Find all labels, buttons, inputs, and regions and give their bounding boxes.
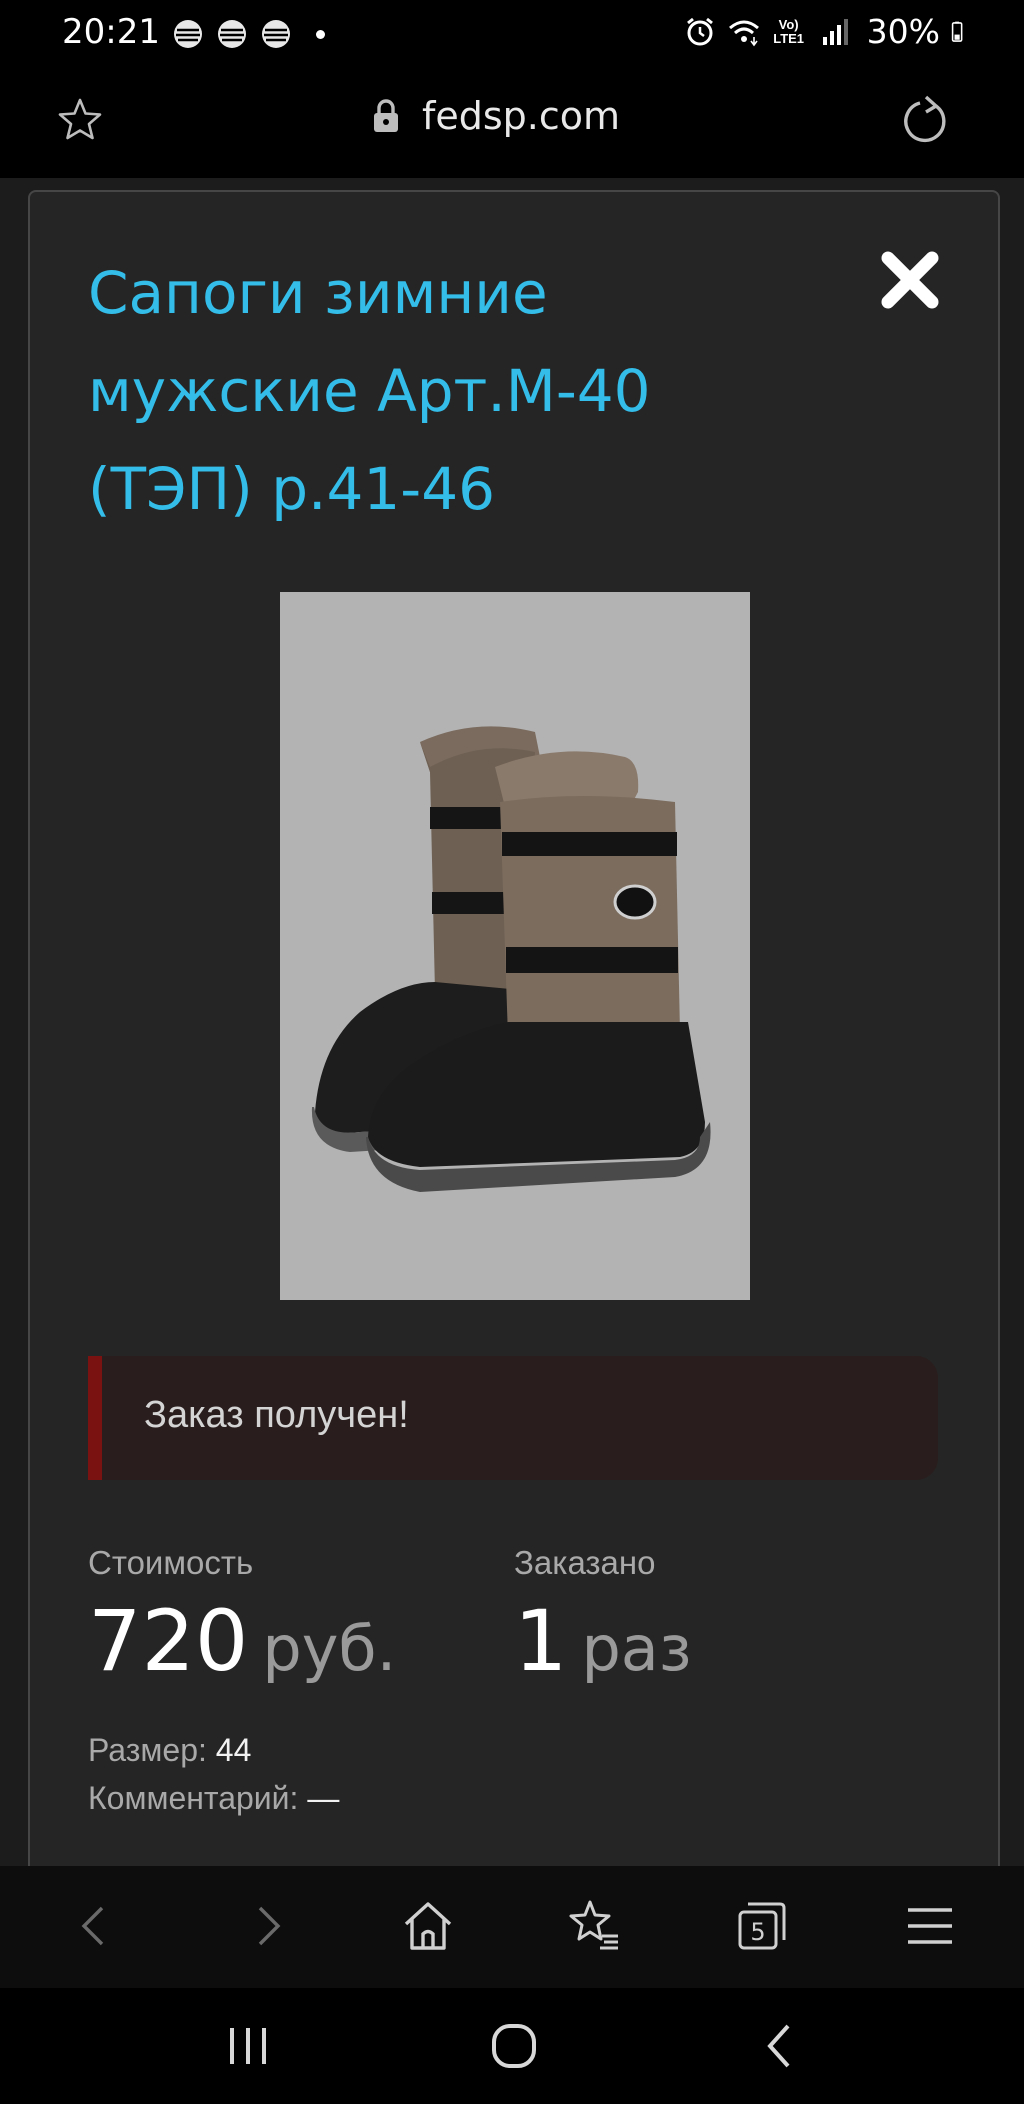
sber-icon (218, 20, 246, 48)
tabs-count: 5 (750, 1918, 765, 1946)
home-button[interactable] (398, 1896, 458, 1956)
price-value: 720 (88, 1592, 249, 1690)
recent-apps-icon (230, 2028, 266, 2064)
comment-line: Комментарий: — (88, 1780, 339, 1817)
url-text: fedsp.com (422, 94, 621, 138)
signal-icon (822, 18, 848, 45)
size-value: 44 (215, 1732, 252, 1768)
ordered-unit: раз (581, 1612, 692, 1685)
comment-value: — (307, 1780, 340, 1816)
battery-icon (951, 21, 963, 42)
ordered-value: 1 (514, 1592, 568, 1690)
sber-icon (262, 20, 290, 48)
url-bar: fedsp.com (0, 66, 1024, 178)
lock-icon (374, 99, 398, 132)
tabs-icon: 5 (738, 1902, 786, 1950)
system-navigation-bar (0, 1988, 1024, 2104)
bookmarks-button[interactable] (564, 1896, 624, 1956)
tabs-button[interactable]: 5 (730, 1896, 790, 1956)
page-content: Сапоги зимние мужские Арт.М-40 (ТЭП) р.4… (0, 178, 1024, 1866)
size-line: Размер: 44 (88, 1732, 251, 1769)
menu-button[interactable] (900, 1896, 960, 1956)
close-icon[interactable] (878, 248, 942, 312)
system-home-button[interactable] (486, 2018, 542, 2074)
address-field[interactable]: fedsp.com (372, 94, 620, 138)
bookmarks-icon (569, 1900, 618, 1950)
alert-text: Заказ получен! (144, 1394, 409, 1436)
alert-accent-bar (88, 1356, 102, 1480)
back-arrow-icon (81, 1906, 104, 1946)
product-modal: Сапоги зимние мужские Арт.М-40 (ТЭП) р.4… (28, 190, 1000, 1866)
home-circle-icon (492, 2024, 536, 2068)
status-bar: 20:21 Vo) LTE1 30% (0, 0, 1024, 66)
reload-icon[interactable] (898, 94, 952, 148)
recent-apps-button[interactable] (220, 2018, 276, 2074)
bookmark-star-icon[interactable] (56, 96, 104, 144)
home-icon (404, 1902, 452, 1950)
alarm-icon (686, 17, 713, 45)
more-notifications-dot (316, 29, 325, 39)
status-time: 20:21 (62, 12, 160, 52)
battery-percent: 30% (866, 12, 940, 51)
price-value-group: 720 руб. (88, 1592, 396, 1690)
ordered-value-group: 1 раз (514, 1592, 692, 1690)
forward-arrow-icon (258, 1906, 281, 1946)
notification-icons (172, 18, 325, 50)
browser-toolbar: 5 (0, 1866, 1024, 1988)
price-label: Стоимость (88, 1544, 254, 1581)
network-label: Vo) LTE1 (773, 16, 805, 46)
product-image (280, 592, 750, 1300)
back-button[interactable] (66, 1896, 126, 1956)
sber-icon (174, 20, 202, 48)
forward-button[interactable] (236, 1896, 296, 1956)
system-back-button[interactable] (752, 2018, 808, 2074)
ordered-label: Заказано (514, 1544, 656, 1581)
boots-illustration (311, 726, 711, 1192)
product-title: Сапоги зимние мужские Арт.М-40 (ТЭП) р.4… (88, 259, 651, 523)
price-unit: руб. (262, 1612, 397, 1685)
comment-label: Комментарий: (88, 1780, 299, 1816)
order-received-alert: Заказ получен! (88, 1356, 938, 1480)
size-label: Размер: (88, 1732, 207, 1768)
menu-icon (908, 1908, 952, 1944)
status-right: Vo) LTE1 30% (683, 12, 972, 51)
back-chevron-icon (767, 2024, 790, 2068)
wifi-icon (728, 20, 759, 46)
